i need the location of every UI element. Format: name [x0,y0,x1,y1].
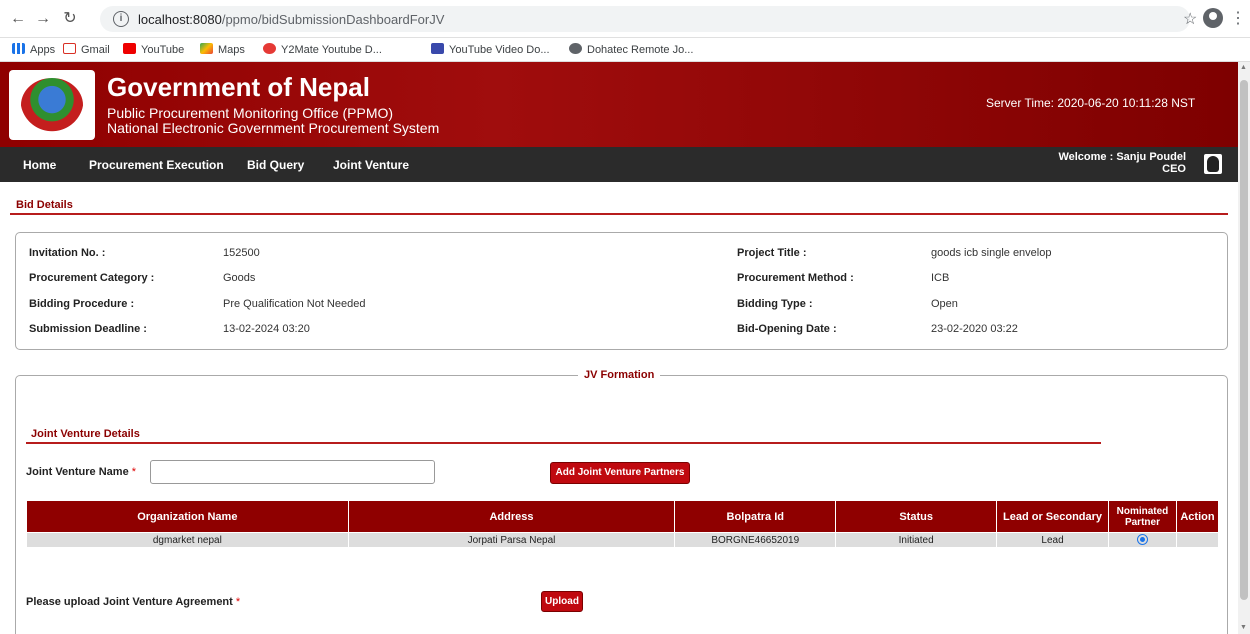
site-info-icon[interactable]: i [113,11,129,27]
invitation-no-label: Invitation No. : [29,247,106,259]
procurement-category-label: Procurement Category : [29,272,155,284]
jv-details-divider [26,442,1101,444]
cell-address: Jorpati Parsa Nepal [347,532,676,548]
cell-status: Initiated [835,532,998,548]
bid-details-divider [10,213,1228,215]
procurement-method-value: ICB [931,272,950,284]
profile-icon[interactable] [1203,8,1223,28]
bookmark-youtube-video[interactable]: YouTube Video Do... [431,43,550,56]
jv-details-title: Joint Venture Details [31,428,140,440]
cell-organization: dgmarket nepal [26,532,349,548]
bookmarks-bar: Apps Gmail YouTube Maps Y2Mate Youtube D… [0,38,1250,62]
nepal-emblem-logo [9,70,95,140]
bidding-type-label: Bidding Type : [737,298,813,310]
jv-name-label: Joint Venture Name * [26,466,137,478]
jv-partners-table: Organization Name Address Bolpatra Id St… [26,500,1220,548]
cell-bolpatra-id: BORGNE46652019 [674,532,837,548]
bookmark-youtube[interactable]: YouTube [123,43,184,56]
forward-icon[interactable]: → [33,9,53,29]
col-bolpatra-id: Bolpatra Id [674,500,837,533]
browser-toolbar: ← → ↻ i localhost:8080/ppmo/bidSubmissio… [0,0,1250,38]
site-subtitle-negps: National Electronic Government Procureme… [107,120,440,136]
user-role: CEO [1162,163,1186,175]
col-address: Address [347,500,676,533]
col-organization-name: Organization Name [26,500,349,533]
nav-joint-venture[interactable]: Joint Venture [333,158,409,172]
cell-lead: Lead [996,532,1109,548]
scrollbar-thumb[interactable] [1240,80,1248,600]
submission-deadline-value: 13-02-2024 03:20 [223,323,310,335]
bookmark-y2mate[interactable]: Y2Mate Youtube D... [263,43,382,56]
col-nominated-partner: Nominated Partner [1107,500,1177,533]
bid-opening-date-value: 23-02-2020 03:22 [931,323,1018,335]
site-title: Government of Nepal [107,72,370,102]
cell-nominated [1107,532,1177,548]
bidding-procedure-label: Bidding Procedure : [29,298,135,310]
col-action: Action [1175,500,1220,533]
nav-home[interactable]: Home [23,158,56,172]
url-text: localhost:8080/ppmo/bidSubmissionDashboa… [138,12,445,27]
bookmark-star-icon[interactable]: ☆ [1183,9,1197,29]
procurement-category-value: Goods [223,272,256,284]
bidding-procedure-value: Pre Qualification Not Needed [223,298,366,310]
menu-icon[interactable]: ⋮ [1230,8,1246,28]
col-lead-or-secondary: Lead or Secondary [996,500,1109,533]
bookmark-dohatec[interactable]: Dohatec Remote Jo... [569,43,693,56]
user-avatar-icon[interactable] [1204,154,1222,174]
address-bar[interactable]: i localhost:8080/ppmo/bidSubmissionDashb… [100,6,1190,32]
jv-name-input[interactable] [150,460,435,484]
nav-bid-query[interactable]: Bid Query [247,158,304,172]
table-header-row: Organization Name Address Bolpatra Id St… [26,500,1220,533]
nominated-partner-radio[interactable] [1136,534,1148,546]
project-title-label: Project Title : [737,247,807,259]
add-jv-partners-button[interactable]: Add Joint Venture Partners [550,462,690,484]
cell-action [1175,532,1220,548]
nav-procurement-execution[interactable]: Procurement Execution [89,158,224,172]
reload-icon[interactable]: ↻ [60,9,80,29]
site-subtitle-ppmo: Public Procurement Monitoring Office (PP… [107,105,394,121]
col-status: Status [835,500,998,533]
main-navbar: Home Procurement Execution Bid Query Joi… [0,147,1238,182]
back-icon[interactable]: ← [8,9,28,29]
bid-opening-date-label: Bid-Opening Date : [737,323,837,335]
bookmark-apps[interactable]: Apps [12,43,55,56]
welcome-user: Welcome : Sanju Poudel [1058,151,1186,163]
welcome-text: Welcome : Sanju Poudel CEO [1058,151,1186,175]
upload-agreement-label: Please upload Joint Venture Agreement * [26,596,241,608]
bid-details-title: Bid Details [16,199,73,211]
procurement-method-label: Procurement Method : [737,272,854,284]
bookmark-gmail[interactable]: Gmail [63,43,110,56]
scroll-down-icon[interactable]: ▼ [1240,624,1247,631]
jv-formation-legend: JV Formation [578,369,661,381]
submission-deadline-label: Submission Deadline : [29,323,147,335]
table-row: dgmarket nepal Jorpati Parsa Nepal BORGN… [26,532,1220,548]
scroll-up-icon[interactable]: ▲ [1240,64,1247,71]
invitation-no-value: 152500 [223,247,260,259]
bookmark-maps[interactable]: Maps [200,43,245,56]
server-time: Server Time: 2020-06-20 10:11:28 NST [986,96,1196,110]
upload-button[interactable]: Upload [541,591,583,612]
bidding-type-value: Open [931,298,958,310]
project-title-value: goods icb single envelop [931,247,1052,259]
